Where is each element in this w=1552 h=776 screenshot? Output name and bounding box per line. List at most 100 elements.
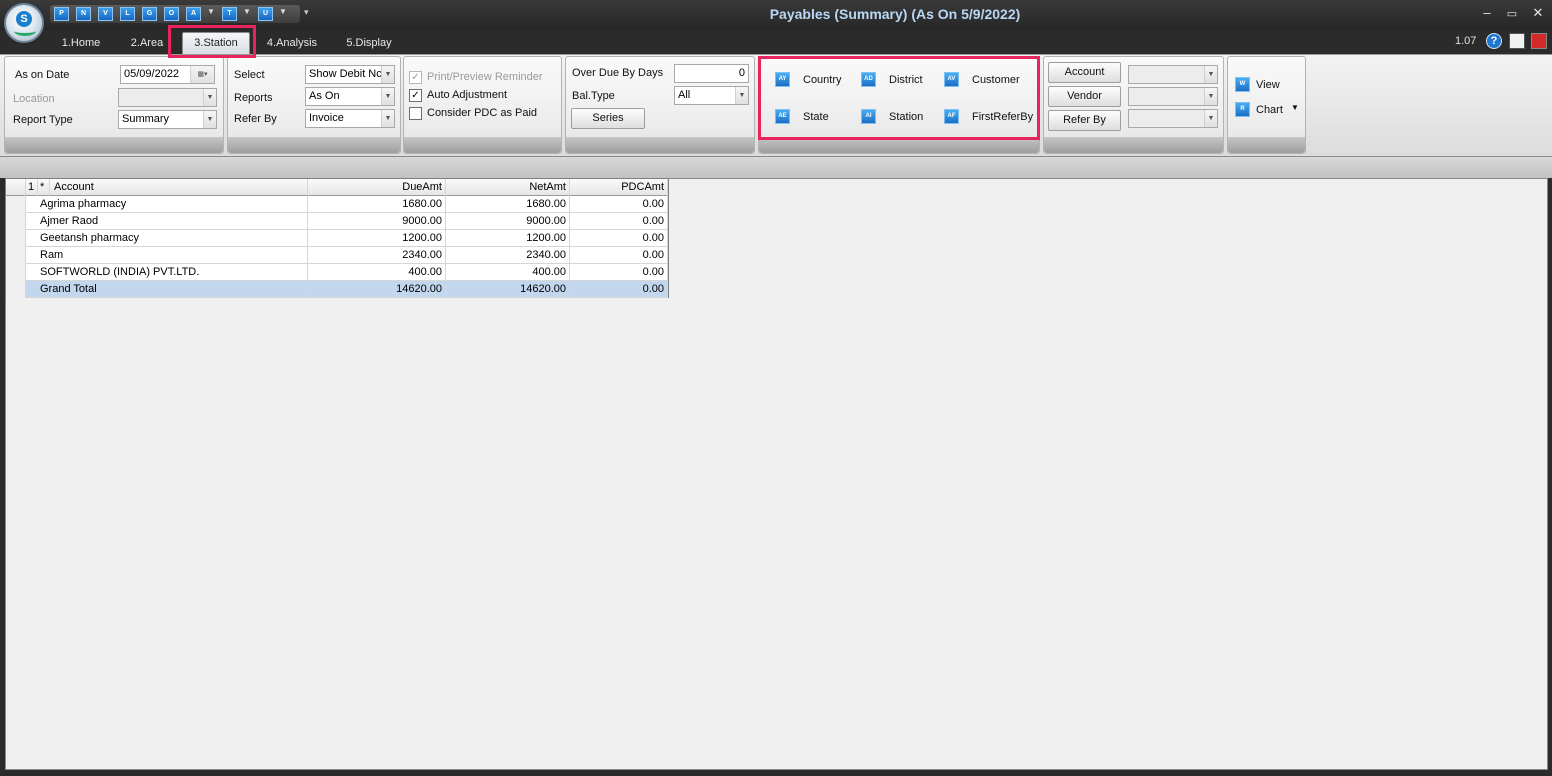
refer-by-filter-select[interactable]: ▼ <box>1128 109 1218 128</box>
auto-adjustment-checkbox[interactable]: ✓ <box>409 89 422 102</box>
print-preview-checkbox[interactable]: ✓ <box>409 71 422 84</box>
due-amt-column-header[interactable]: DueAmt <box>308 179 446 196</box>
chevron-down-icon[interactable]: ▼ <box>203 89 216 106</box>
rownum-header[interactable]: 1 <box>26 179 38 196</box>
account-filter-select[interactable]: ▼ <box>1128 65 1218 84</box>
account-cell: Geetansh pharmacy <box>26 230 308 247</box>
help-icon[interactable]: ? <box>1486 33 1502 49</box>
chevron-down-icon[interactable]: ▼ <box>203 111 216 128</box>
view-group: W View R Chart ▼ <box>1227 56 1306 154</box>
series-button[interactable]: Series <box>571 108 645 129</box>
row-selector[interactable] <box>6 196 26 213</box>
refer-by-select[interactable]: Invoice ▼ <box>305 109 395 128</box>
pdc-amt-cell: 0.00 <box>570 213 668 230</box>
tab-home[interactable]: 1.Home <box>55 33 107 53</box>
chevron-down-icon[interactable]: ▼ <box>1204 110 1217 127</box>
chevron-down-icon[interactable]: ▼ <box>381 110 394 127</box>
net-amt-total: 14620.00 <box>446 281 570 298</box>
chart-button[interactable]: Chart <box>1256 104 1283 116</box>
location-label: Location <box>13 93 55 105</box>
net-amt-column-header[interactable]: NetAmt <box>446 179 570 196</box>
tab-analysis[interactable]: 4.Analysis <box>262 33 322 53</box>
refer-by-label: Refer By <box>234 113 277 125</box>
star-header[interactable]: * <box>38 179 50 196</box>
chart-icon[interactable]: R <box>1235 102 1250 117</box>
options-group: ✓ Print/Preview Reminder ✓ Auto Adjustme… <box>403 56 562 154</box>
window-title: Payables (Summary) (As On 5/9/2022) <box>769 6 1021 22</box>
bal-type-label: Bal.Type <box>572 90 615 102</box>
chevron-down-icon[interactable]: ▼ <box>1204 66 1217 83</box>
account-column-header[interactable]: Account <box>50 179 308 196</box>
chevron-down-icon[interactable]: ▼ <box>1204 88 1217 105</box>
account-cell: Ram <box>26 247 308 264</box>
due-amt-total: 14620.00 <box>308 281 446 298</box>
reports-select[interactable]: As On ▼ <box>305 87 395 106</box>
table-row[interactable]: Ram 2340.00 2340.00 0.00 <box>6 247 668 264</box>
grid-header-row: 1 * Account DueAmt NetAmt PDCAmt <box>6 179 668 196</box>
table-row[interactable]: SOFTWORLD (INDIA) PVT.LTD. 400.00 400.00… <box>6 264 668 281</box>
chevron-down-icon[interactable]: ▼ <box>735 87 748 104</box>
notes-icon[interactable] <box>1509 33 1525 49</box>
as-on-date-label: As on Date <box>15 69 70 81</box>
calendar-icon[interactable]: ▦▾ <box>190 66 214 83</box>
tab-display[interactable]: 5.Display <box>342 33 396 53</box>
bal-type-value: All <box>678 89 691 101</box>
due-amt-cell: 1200.00 <box>308 230 446 247</box>
account-cell: SOFTWORLD (INDIA) PVT.LTD. <box>26 264 308 281</box>
due-amt-cell: 2340.00 <box>308 247 446 264</box>
report-type-label: Report Type <box>13 114 73 126</box>
table-row[interactable]: Ajmer Raod 9000.00 9000.00 0.00 <box>6 213 668 230</box>
pdc-amt-cell: 0.00 <box>570 264 668 281</box>
account-cell: Ajmer Raod <box>26 213 308 230</box>
tab-area[interactable]: 2.Area <box>125 33 169 53</box>
row-selector[interactable] <box>6 230 26 247</box>
row-selector-header <box>6 179 26 196</box>
account-cell: Agrima pharmacy <box>26 196 308 213</box>
close-button[interactable]: ✕ <box>1529 5 1547 21</box>
payables-grid[interactable]: 1 * Account DueAmt NetAmt PDCAmt Agrima … <box>5 178 669 298</box>
version-label: 1.07 <box>1455 35 1477 47</box>
view-icon[interactable]: W <box>1235 77 1250 92</box>
grand-total-row[interactable]: Grand Total 14620.00 14620.00 0.00 <box>6 281 668 298</box>
row-selector[interactable] <box>6 213 26 230</box>
minimize-button[interactable]: – <box>1478 5 1496 20</box>
maximize-button[interactable]: ▭ <box>1503 7 1521 20</box>
pdc-amt-column-header[interactable]: PDCAmt <box>570 179 668 196</box>
table-row[interactable]: Agrima pharmacy 1680.00 1680.00 0.00 <box>6 196 668 213</box>
over-due-label: Over Due By Days <box>572 67 664 79</box>
reports-label: Reports <box>234 92 273 104</box>
row-selector[interactable] <box>6 264 26 281</box>
table-row[interactable]: Geetansh pharmacy 1200.00 1200.00 0.00 <box>6 230 668 247</box>
select-label: Select <box>234 69 265 81</box>
select-select[interactable]: Show Debit Nc ▼ <box>305 65 395 84</box>
app-logo-icon[interactable]: S <box>4 3 44 43</box>
vendor-filter-select[interactable]: ▼ <box>1128 87 1218 106</box>
net-amt-cell: 1200.00 <box>446 230 570 247</box>
bal-type-select[interactable]: All ▼ <box>674 86 749 105</box>
report-type-value: Summary <box>122 113 170 125</box>
report-type-select[interactable]: Summary ▼ <box>118 110 217 129</box>
as-on-date-value: 05/09/2022 <box>124 68 180 80</box>
row-selector[interactable] <box>6 281 26 298</box>
vendor-button[interactable]: Vendor <box>1048 86 1121 107</box>
due-amt-cell: 1680.00 <box>308 196 446 213</box>
view-button[interactable]: View <box>1256 79 1280 91</box>
exit-icon[interactable] <box>1531 33 1547 49</box>
chevron-down-icon[interactable]: ▼ <box>1291 103 1299 112</box>
location-select[interactable]: ▼ <box>118 88 217 107</box>
net-amt-cell: 1680.00 <box>446 196 570 213</box>
chevron-down-icon[interactable]: ▼ <box>381 88 394 105</box>
chevron-down-icon[interactable]: ▼ <box>381 66 394 83</box>
row-selector[interactable] <box>6 247 26 264</box>
auto-adjustment-label: Auto Adjustment <box>427 89 508 101</box>
as-on-date-field[interactable]: 05/09/2022 ▦▾ <box>120 65 215 84</box>
date-group: As on Date 05/09/2022 ▦▾ Location ▼ Repor… <box>4 56 224 154</box>
pdc-amt-total: 0.00 <box>570 281 668 298</box>
net-amt-cell: 2340.00 <box>446 247 570 264</box>
account-button[interactable]: Account <box>1048 62 1121 83</box>
consider-pdc-checkbox[interactable] <box>409 107 422 120</box>
over-due-input[interactable]: 0 <box>674 64 749 83</box>
net-amt-cell: 9000.00 <box>446 213 570 230</box>
pdc-amt-cell: 0.00 <box>570 230 668 247</box>
refer-by-button[interactable]: Refer By <box>1048 110 1121 131</box>
